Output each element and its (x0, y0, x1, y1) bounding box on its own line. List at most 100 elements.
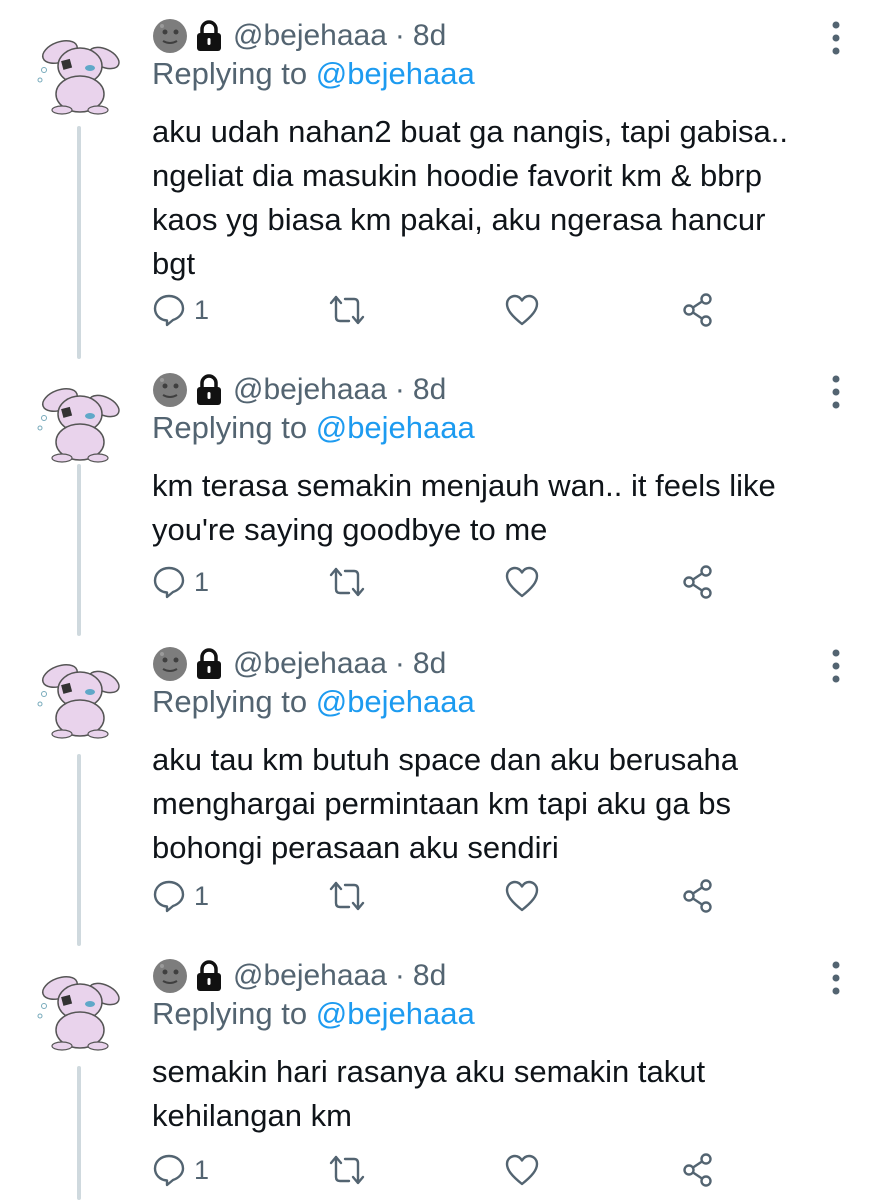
separator-dot: · (394, 647, 405, 680)
bunny-avatar-icon (37, 388, 120, 463)
retweet-button[interactable] (327, 562, 367, 602)
share-icon (683, 565, 712, 599)
tweet-header: @bejehaaa · 8d (152, 16, 446, 56)
tweet-text-line: you're saying goodbye to me (152, 512, 548, 547)
retweet-button[interactable] (327, 290, 367, 330)
share-icon (683, 1153, 712, 1187)
avatar[interactable] (32, 964, 124, 1052)
avatar[interactable] (32, 28, 124, 116)
reply-button[interactable]: 1 (152, 562, 209, 602)
reply-count: 1 (194, 566, 210, 597)
tweet-text-line: bohongi perasaan aku sendiri (152, 830, 559, 865)
replying-to-mention[interactable]: @bejehaaa (316, 410, 475, 445)
tweet-handle[interactable]: @bejehaaa (233, 647, 387, 681)
separator-dot: · (394, 373, 405, 406)
replying-to-label: Replying to (152, 56, 316, 91)
more-vertical-icon[interactable] (826, 20, 846, 56)
more-vertical-icon[interactable] (826, 960, 846, 996)
tweet[interactable]: @bejehaaa · 8d Replying to @bejehaaa aku… (0, 0, 893, 359)
heart-icon (505, 880, 539, 912)
reply-count: 1 (194, 880, 210, 911)
share-button[interactable] (680, 562, 716, 602)
retweet-icon (329, 881, 365, 911)
more-vertical-icon[interactable] (826, 374, 846, 410)
lock-emoji-icon (197, 20, 221, 51)
reply-button[interactable]: 1 (152, 876, 209, 916)
tweet[interactable]: @bejehaaa · 8d Replying to @bejehaaa sem… (0, 940, 893, 1200)
tweet-handle[interactable]: @bejehaaa (233, 19, 387, 53)
like-button[interactable] (504, 562, 540, 602)
reply-icon (153, 294, 185, 327)
tweet-text: km terasa semakin menjauh wan.. it feels… (152, 464, 852, 552)
retweet-icon (329, 295, 365, 325)
thread-connector-line (77, 126, 81, 359)
tweet-actions: 1 (152, 876, 852, 916)
tweet-header: @bejehaaa · 8d (152, 956, 446, 996)
reply-button[interactable]: 1 (152, 1150, 209, 1190)
reply-count: 1 (194, 294, 210, 325)
replying-to-mention[interactable]: @bejehaaa (316, 996, 475, 1031)
tweet[interactable]: @bejehaaa · 8d Replying to @bejehaaa aku… (0, 628, 893, 948)
reply-icon (153, 1154, 185, 1187)
moon-face-emoji-icon (153, 647, 187, 681)
tweet-time[interactable]: 8d (413, 19, 446, 53)
tweet[interactable]: @bejehaaa · 8d Replying to @bejehaaa km … (0, 354, 893, 636)
lock-emoji-icon (197, 960, 221, 991)
share-button[interactable] (680, 876, 716, 916)
tweet-time[interactable]: 8d (413, 959, 446, 993)
more-vertical-icon[interactable] (826, 648, 846, 684)
like-button[interactable] (504, 1150, 540, 1190)
share-button[interactable] (680, 290, 716, 330)
replying-to: Replying to @bejehaaa (152, 996, 475, 1032)
tweet-text-line: kaos yg biasa km pakai, aku ngerasa hanc… (152, 202, 766, 237)
tweet-text: semakin hari rasanya aku semakin takut k… (152, 1050, 852, 1138)
tweet-handle[interactable]: @bejehaaa (233, 373, 387, 407)
retweet-button[interactable] (327, 1150, 367, 1190)
reply-button[interactable]: 1 (152, 290, 209, 330)
thread-connector-line (77, 754, 81, 946)
like-button[interactable] (504, 876, 540, 916)
replying-to: Replying to @bejehaaa (152, 56, 475, 92)
moon-face-emoji-icon (153, 373, 187, 407)
tweet-text: aku udah nahan2 buat ga nangis, tapi gab… (152, 110, 852, 286)
replying-to-label: Replying to (152, 996, 316, 1031)
bunny-avatar-icon (37, 664, 120, 739)
reply-count: 1 (194, 1154, 210, 1185)
heart-icon (505, 1154, 539, 1186)
retweet-icon (329, 1155, 365, 1185)
tweet-header: @bejehaaa · 8d (152, 370, 446, 410)
tweet-text-line: km terasa semakin menjauh wan.. it feels… (152, 468, 776, 503)
replying-to-label: Replying to (152, 410, 316, 445)
tweet-time[interactable]: 8d (413, 373, 446, 407)
share-icon (683, 293, 712, 327)
tweet-actions: 1 (152, 290, 852, 330)
retweet-button[interactable] (327, 876, 367, 916)
heart-icon (505, 566, 539, 598)
bunny-avatar-icon (37, 976, 120, 1051)
replying-to: Replying to @bejehaaa (152, 410, 475, 446)
reply-icon (153, 566, 185, 599)
like-button[interactable] (504, 290, 540, 330)
tweet-actions: 1 (152, 562, 852, 602)
lock-emoji-icon (197, 374, 221, 405)
avatar[interactable] (32, 376, 124, 464)
share-button[interactable] (680, 1150, 716, 1190)
tweet-text-line: semakin hari rasanya aku semakin takut (152, 1054, 706, 1089)
heart-icon (505, 294, 539, 326)
tweet-text-line: menghargai permintaan km tapi aku ga bs (152, 786, 731, 821)
avatar[interactable] (32, 652, 124, 740)
replying-to-mention[interactable]: @bejehaaa (316, 684, 475, 719)
separator-dot: · (394, 959, 405, 992)
tweet-text-line: kehilangan km (152, 1098, 352, 1133)
replying-to-mention[interactable]: @bejehaaa (316, 56, 475, 91)
share-icon (683, 879, 712, 913)
tweet-handle[interactable]: @bejehaaa (233, 959, 387, 993)
separator-dot: · (394, 19, 405, 52)
tweet-text: aku tau km butuh space dan aku berusaha … (152, 738, 852, 870)
moon-face-emoji-icon (153, 959, 187, 993)
bunny-avatar-icon (37, 40, 120, 115)
tweet-text-line: aku tau km butuh space dan aku berusaha (152, 742, 738, 777)
tweet-text-line: ngeliat dia masukin hoodie favorit km & … (152, 158, 762, 193)
tweet-time[interactable]: 8d (413, 647, 446, 681)
tweet-actions: 1 (152, 1150, 852, 1190)
